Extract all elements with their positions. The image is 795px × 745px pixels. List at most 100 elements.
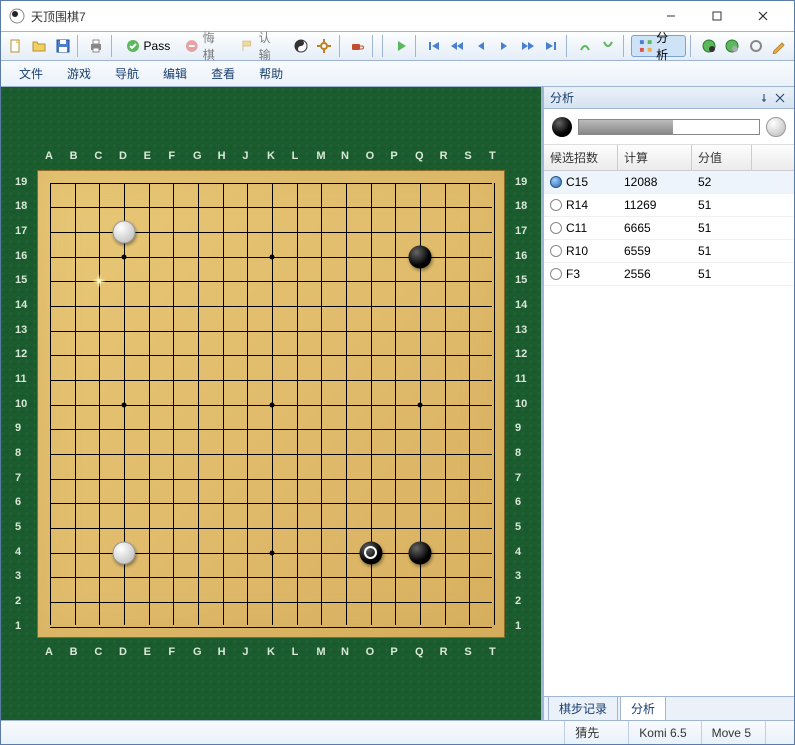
settings-button[interactable] xyxy=(313,35,334,57)
coord-row: 4 xyxy=(15,546,21,558)
globe1-button[interactable] xyxy=(698,35,719,57)
coord-col: N xyxy=(341,646,349,658)
undo-button[interactable]: 悔棋 xyxy=(178,35,232,57)
coord-row: 1 xyxy=(15,620,21,632)
coord-col: B xyxy=(70,150,78,162)
candidate-row[interactable]: C151208852 xyxy=(544,171,794,194)
coord-col: B xyxy=(70,646,78,658)
forward-button[interactable] xyxy=(517,35,538,57)
app-icon xyxy=(9,8,25,24)
coord-col: J xyxy=(242,646,248,658)
candidate-row[interactable]: F3255651 xyxy=(544,263,794,286)
pin-icon[interactable] xyxy=(756,90,772,106)
coord-col: H xyxy=(218,646,226,658)
menu-game[interactable]: 游戏 xyxy=(57,62,101,85)
candidate-row[interactable]: R141126951 xyxy=(544,194,794,217)
coord-col: O xyxy=(366,150,375,162)
stone-black[interactable] xyxy=(409,245,432,268)
coord-col: N xyxy=(341,150,349,162)
stone-black[interactable] xyxy=(359,541,382,564)
board-panel: AABBCCDDEEFFGGHHJJKKLLMMNNOOPPQQRRSSTT19… xyxy=(1,87,541,720)
tab-analysis[interactable]: 分析 xyxy=(620,696,666,720)
window-controls xyxy=(648,1,786,31)
coord-row: 10 xyxy=(15,398,27,410)
status-move: Move 5 xyxy=(701,721,761,744)
maximize-button[interactable] xyxy=(694,1,740,31)
eval-bar-row xyxy=(544,109,794,145)
circle-tool-button[interactable] xyxy=(745,35,766,57)
menu-view[interactable]: 查看 xyxy=(201,62,245,85)
coord-col: A xyxy=(45,646,53,658)
coord-col: T xyxy=(489,150,496,162)
rewind-button[interactable] xyxy=(447,35,468,57)
first-button[interactable] xyxy=(423,35,444,57)
menu-file[interactable]: 文件 xyxy=(9,62,53,85)
coord-row: 8 xyxy=(15,447,21,459)
col-score[interactable]: 分值 xyxy=(692,145,752,170)
coord-col: S xyxy=(464,646,471,658)
globe2-button[interactable] xyxy=(722,35,743,57)
menubar: 文件 游戏 导航 编辑 查看 帮助 xyxy=(1,61,794,87)
analysis-toggle-button[interactable]: 分析 xyxy=(631,35,687,57)
save-button[interactable] xyxy=(52,35,73,57)
edit-tool-button[interactable] xyxy=(769,35,790,57)
col-move[interactable]: 候选招数 xyxy=(544,145,618,170)
coffee-button[interactable] xyxy=(347,35,368,57)
status-spacer xyxy=(765,721,786,744)
coord-row: 7 xyxy=(515,472,521,484)
close-button[interactable] xyxy=(740,1,786,31)
coord-col: G xyxy=(193,646,202,658)
go-board[interactable] xyxy=(37,170,505,638)
eval-bar xyxy=(578,119,760,135)
next-button[interactable] xyxy=(494,35,515,57)
coord-col: D xyxy=(119,646,127,658)
coord-row: 11 xyxy=(15,373,27,385)
print-button[interactable] xyxy=(85,35,106,57)
menu-nav[interactable]: 导航 xyxy=(105,62,149,85)
pass-button[interactable]: Pass xyxy=(119,35,177,57)
coord-col: R xyxy=(440,150,448,162)
yinyang-button[interactable] xyxy=(290,35,311,57)
coord-row: 16 xyxy=(15,250,27,262)
candidate-row[interactable]: C11666551 xyxy=(544,217,794,240)
prev-button[interactable] xyxy=(470,35,491,57)
new-file-button[interactable] xyxy=(5,35,26,57)
pass-label: Pass xyxy=(144,39,171,53)
open-file-button[interactable] xyxy=(28,35,49,57)
coord-col: F xyxy=(168,646,175,658)
menu-help[interactable]: 帮助 xyxy=(249,62,293,85)
coord-col: L xyxy=(292,646,299,658)
coord-col: P xyxy=(390,150,397,162)
stone-white[interactable] xyxy=(113,220,136,243)
window-title: 天顶围棋7 xyxy=(31,8,648,25)
stone-white[interactable] xyxy=(113,541,136,564)
branch-down-button[interactable] xyxy=(597,35,618,57)
menu-edit[interactable]: 编辑 xyxy=(153,62,197,85)
app-window: 天顶围棋7 Pass 悔棋 认输 分析 xyxy=(0,0,795,745)
coord-row: 11 xyxy=(515,373,527,385)
branch-up-button[interactable] xyxy=(574,35,595,57)
col-calc[interactable]: 计算 xyxy=(618,145,692,170)
play-button[interactable] xyxy=(390,35,411,57)
last-button[interactable] xyxy=(540,35,561,57)
candidates-table: 候选招数 计算 分值 C151208852R141126951C11666551… xyxy=(544,145,794,696)
coord-col: R xyxy=(440,646,448,658)
stone-black[interactable] xyxy=(409,541,432,564)
coord-row: 13 xyxy=(515,324,527,336)
coord-row: 4 xyxy=(515,546,521,558)
coord-row: 15 xyxy=(15,274,27,286)
coord-row: 3 xyxy=(515,570,521,582)
coord-col: J xyxy=(242,150,248,162)
resign-button[interactable]: 认输 xyxy=(234,35,288,57)
tab-record[interactable]: 棋步记录 xyxy=(548,696,618,720)
candidate-row[interactable]: R10655951 xyxy=(544,240,794,263)
coord-col: E xyxy=(144,646,151,658)
coord-row: 1 xyxy=(515,620,521,632)
statusbar: 猜先 Komi 6.5 Move 5 xyxy=(1,720,794,744)
table-header: 候选招数 计算 分值 xyxy=(544,145,794,171)
coord-col: D xyxy=(119,150,127,162)
panel-close-icon[interactable] xyxy=(772,90,788,106)
minimize-button[interactable] xyxy=(648,1,694,31)
coord-row: 15 xyxy=(515,274,527,286)
panel-tabs: 棋步记录 分析 xyxy=(544,696,794,720)
